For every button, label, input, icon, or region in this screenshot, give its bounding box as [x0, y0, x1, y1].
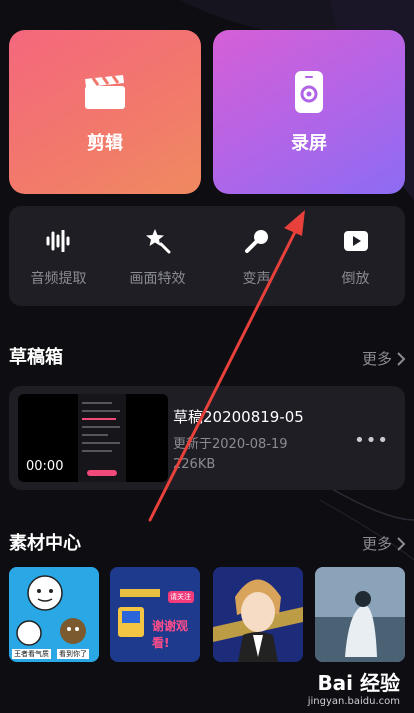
- draft-item[interactable]: 00:00 草稿20200819-05 更新于2020-08-19 226KB …: [9, 386, 405, 490]
- draft-duration: 00:00: [26, 459, 64, 474]
- draft-updated: 更新于2020-08-19: [173, 437, 288, 452]
- material-anime-character[interactable]: [213, 567, 303, 662]
- magic-wand-icon: [145, 228, 171, 254]
- sticker-caption: 王者看气质: [12, 649, 51, 659]
- thanks-caption: 谢谢观看!: [152, 619, 189, 650]
- audio-wave-icon: [46, 228, 72, 254]
- tool-voice-change[interactable]: 变声: [207, 206, 306, 306]
- phone-record-icon: [294, 69, 324, 115]
- sticker-caption: 看到你了: [57, 649, 89, 659]
- tools-bar: 音频提取 画面特效 变声 倒放: [9, 206, 405, 306]
- materials-title: 素材中心: [9, 533, 81, 554]
- drafts-title: 草稿箱: [9, 347, 63, 368]
- materials-more-link[interactable]: 更多: [362, 533, 406, 554]
- baidu-watermark: Bai 经验 jingyan.baidu.com: [308, 667, 400, 707]
- more-label: 更多: [361, 350, 392, 368]
- tool-reverse[interactable]: 倒放: [306, 206, 405, 306]
- more-options-button[interactable]: •••: [354, 430, 389, 451]
- material-sticker-pack[interactable]: 王者看气质 看到你了: [9, 567, 99, 662]
- draft-size: 226KB: [173, 457, 216, 472]
- screen-record-card[interactable]: 录屏: [213, 30, 405, 194]
- microphone-icon: [244, 228, 270, 254]
- tool-label: 倒放: [341, 271, 370, 287]
- draft-name: 草稿20200819-05: [173, 408, 304, 426]
- tool-effects[interactable]: 画面特效: [108, 206, 207, 306]
- watermark-brand: Bai 经验: [317, 671, 400, 695]
- tool-label: 画面特效: [129, 271, 186, 287]
- draft-preview-screen: [78, 394, 126, 482]
- more-label: 更多: [361, 535, 392, 553]
- tool-label: 变声: [242, 271, 271, 287]
- chevron-right-icon: [397, 351, 406, 366]
- material-photo[interactable]: [315, 567, 405, 662]
- play-icon: [343, 228, 368, 254]
- clapperboard-icon: [84, 69, 126, 115]
- edit-card[interactable]: 剪辑: [9, 30, 201, 194]
- draft-thumbnail: 00:00: [18, 394, 168, 482]
- follow-caption: 请关注: [170, 593, 191, 601]
- tool-audio-extract[interactable]: 音频提取: [9, 206, 108, 306]
- drafts-more-link[interactable]: 更多: [362, 348, 406, 369]
- chevron-right-icon: [397, 536, 406, 551]
- tool-label: 音频提取: [30, 271, 87, 287]
- watermark-url: jingyan.baidu.com: [307, 696, 400, 707]
- material-thanks-for-watching[interactable]: 谢谢观看! 请关注: [110, 567, 200, 662]
- screen-record-label: 录屏: [291, 133, 327, 154]
- edit-label: 剪辑: [87, 133, 123, 154]
